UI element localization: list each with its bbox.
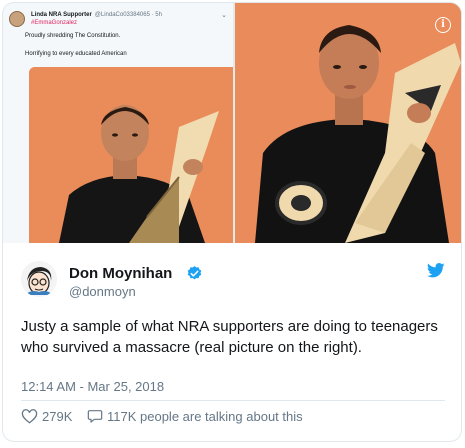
tweet-media[interactable]: Linda NRA Supporter @LindaCo03384065 · 5h…: [3, 3, 461, 243]
embedded-name: Linda NRA Supporter: [31, 12, 92, 18]
like-button[interactable]: 279K: [21, 408, 72, 424]
embedded-photo-altered: [29, 67, 233, 243]
replies-button[interactable]: 117K people are talking about this: [87, 408, 303, 424]
embedded-text-line1: Proudly shredding The Constitution.: [25, 33, 121, 39]
media-left-screenshot[interactable]: Linda NRA Supporter @LindaCo03384065 · 5h…: [3, 3, 233, 243]
embedded-handle: @LindaCo03384065 · 5h: [94, 12, 162, 18]
chevron-down-icon: ⌄: [221, 12, 227, 19]
tweet-card: Linda NRA Supporter @LindaCo03384065 · 5h…: [2, 2, 462, 442]
speech-bubble-icon: [87, 410, 103, 423]
verified-badge-icon: [187, 266, 202, 280]
info-icon[interactable]: i: [435, 17, 451, 33]
tweet-text: Justy a sample of what NRA supporters ar…: [21, 318, 438, 356]
divider: [21, 400, 445, 401]
author-name[interactable]: Don Moynihan: [69, 265, 172, 282]
author-handle[interactable]: @donmoyn: [69, 284, 136, 299]
embedded-avatar: [9, 11, 25, 27]
tweet-timestamp[interactable]: 12:14 AM - Mar 25, 2018: [21, 379, 164, 394]
avatar[interactable]: [21, 261, 57, 297]
twitter-bird-icon[interactable]: [427, 263, 445, 278]
embedded-text-line2: Horrifying to every educated American: [25, 51, 127, 57]
heart-icon: [21, 409, 38, 424]
media-right-original-photo[interactable]: i: [235, 3, 461, 243]
like-count: 279K: [42, 408, 73, 424]
replies-label: 117K people are talking about this: [107, 408, 303, 424]
embedded-hashtag: #EmmaGonzalez: [31, 20, 78, 26]
